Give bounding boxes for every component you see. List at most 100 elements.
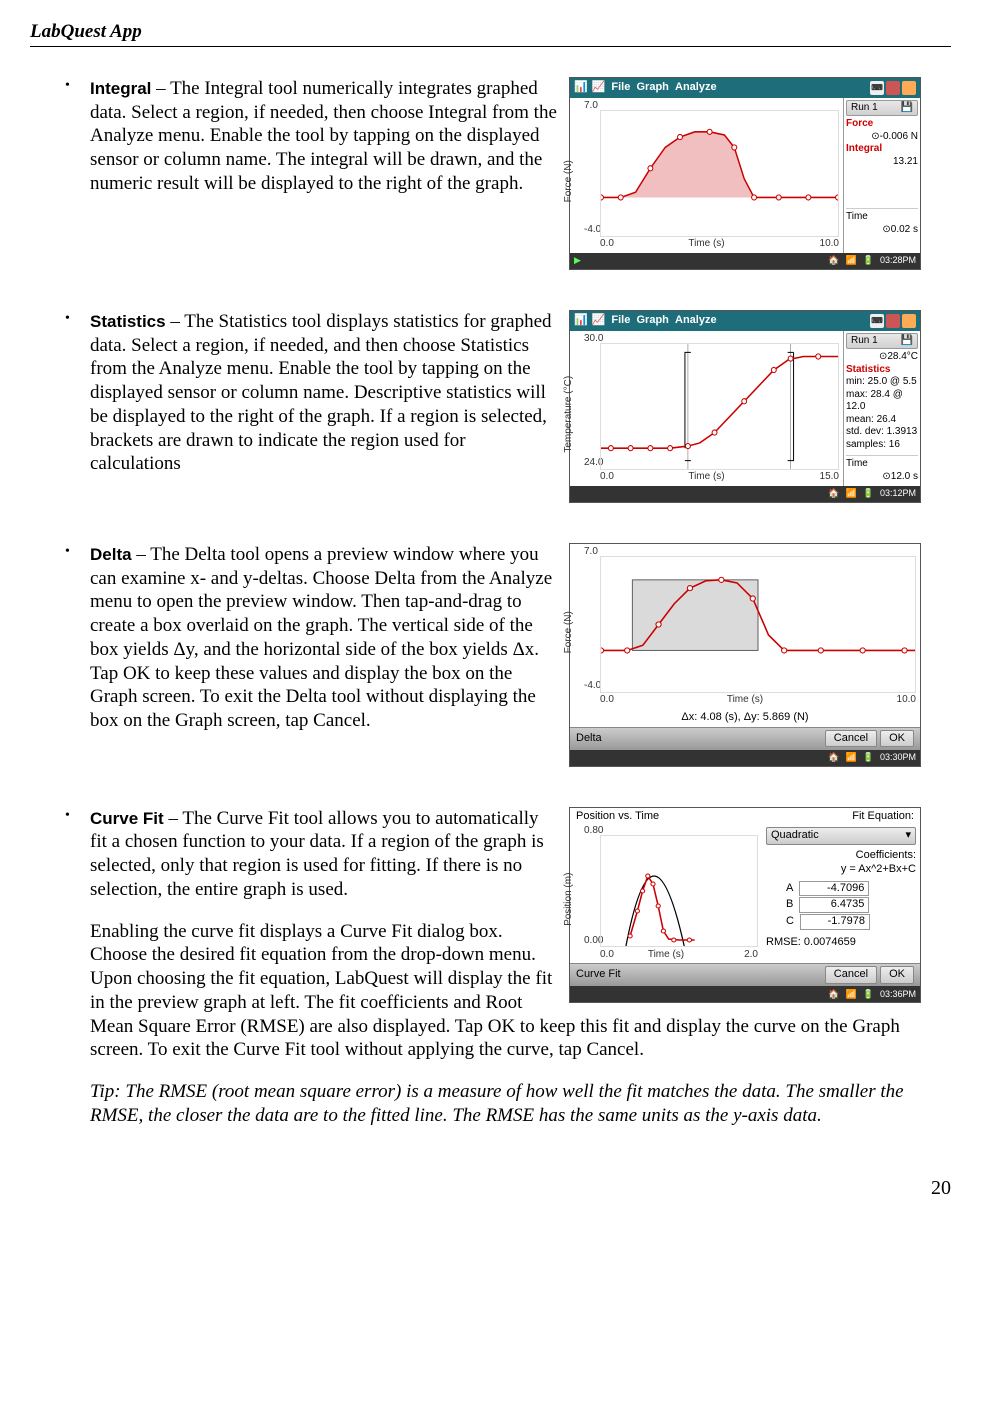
home-icon[interactable]: 🏠 xyxy=(828,255,839,266)
menu-file[interactable]: File xyxy=(611,81,630,95)
coef-c-label: C xyxy=(786,915,794,929)
rmse-value: RMSE: 0.0074659 xyxy=(766,936,916,950)
x-label: Time (s) xyxy=(648,949,684,962)
coef-b-label: B xyxy=(786,898,793,912)
keyboard-icon[interactable]: ⌨ xyxy=(870,81,884,95)
clock: 03:28PM xyxy=(880,255,916,266)
cancel-button[interactable]: Cancel xyxy=(825,730,877,748)
coef-a-value: -4.7096 xyxy=(799,881,869,897)
current-value: ⊙28.4°C xyxy=(846,351,918,364)
home-icon[interactable]: 🏠 xyxy=(828,989,839,1000)
screenshot-integral: 📊 📈 File Graph Analyze ⌨ 7.0 -4.0 0.0 10… xyxy=(569,77,921,270)
fit-title: Fit Equation: xyxy=(852,810,914,824)
x-min: 0.0 xyxy=(600,949,614,962)
cancel-button[interactable]: Cancel xyxy=(825,966,877,984)
delta-readout: Δx: 4.08 (s), Δy: 5.869 (N) xyxy=(570,709,920,727)
wifi-icon: 📶 xyxy=(846,488,857,499)
clock: 03:36PM xyxy=(880,989,916,1000)
coef-b-value: 6.4735 xyxy=(799,897,869,913)
y-label: Force (N) xyxy=(563,160,576,202)
tab-graph-icon[interactable]: 📈 xyxy=(592,81,606,95)
side-panel: Run 1💾 Force ⊙-0.006 N Integral 13.21 Ti… xyxy=(843,98,920,253)
tip-text: Tip: The RMSE (root mean square error) i… xyxy=(90,1080,921,1128)
chevron-down-icon: ▾ xyxy=(905,829,911,843)
home-icon[interactable]: 🏠 xyxy=(828,488,839,499)
dialog-title: Curve Fit xyxy=(576,968,621,982)
dialog-title: Delta xyxy=(576,732,602,746)
x-min: 0.0 xyxy=(600,694,614,707)
battery-icon: 🔋 xyxy=(863,989,874,1000)
text-statistics: – The Statistics tool displays statistic… xyxy=(90,311,552,475)
text-delta: – The Delta tool opens a preview window … xyxy=(90,544,552,731)
save-icon[interactable]: 💾 xyxy=(901,335,913,348)
integral-label: Integral xyxy=(846,143,918,156)
screenshot-statistics: 📊 📈 File Graph Analyze ⌨ 30.0 24.0 0.0 1… xyxy=(569,310,921,503)
save-icon[interactable]: 💾 xyxy=(901,102,913,115)
icon-red[interactable] xyxy=(886,314,900,328)
icon-orange[interactable] xyxy=(902,81,916,95)
menu-analyze[interactable]: Analyze xyxy=(675,314,717,328)
stats-label: Statistics xyxy=(846,364,918,377)
titlebar: 📊 📈 File Graph Analyze ⌨ xyxy=(570,311,920,331)
ok-button[interactable]: OK xyxy=(880,730,914,748)
x-max: 15.0 xyxy=(820,471,839,484)
screenshot-curvefit: Position vs. Time Fit Equation: 0.80 0.0… xyxy=(569,807,921,1004)
stats-max: max: 28.4 @ 12.0 xyxy=(846,389,918,414)
term-integral: Integral xyxy=(90,79,151,98)
menu-file[interactable]: File xyxy=(611,314,630,328)
menu-graph[interactable]: Graph xyxy=(636,314,668,328)
coef-c-value: -1.7978 xyxy=(800,914,870,930)
home-icon[interactable]: 🏠 xyxy=(828,752,839,763)
integral-value: 13.21 xyxy=(846,156,918,169)
keyboard-icon[interactable]: ⌨ xyxy=(870,314,884,328)
run-selector[interactable]: Run 1💾 xyxy=(846,333,918,350)
time-value: ⊙12.0 s xyxy=(846,471,918,484)
y-max: 7.0 xyxy=(584,100,598,113)
x-min: 0.0 xyxy=(600,471,614,484)
wifi-icon: 📶 xyxy=(846,989,857,1000)
tab-meter-icon[interactable]: 📊 xyxy=(574,81,588,95)
time-label: Time xyxy=(846,458,868,469)
run-selector[interactable]: Run 1💾 xyxy=(846,100,918,117)
wifi-icon: 📶 xyxy=(846,255,857,266)
play-icon[interactable]: ▶ xyxy=(574,255,581,266)
battery-icon: 🔋 xyxy=(863,488,874,499)
clock: 03:30PM xyxy=(880,752,916,763)
stats-min: min: 25.0 @ 5.5 xyxy=(846,376,918,389)
x-max: 2.0 xyxy=(744,949,758,962)
y-min: -4.0 xyxy=(584,224,601,237)
page-number: 20 xyxy=(30,1176,951,1201)
wifi-icon: 📶 xyxy=(846,752,857,763)
icon-orange[interactable] xyxy=(902,314,916,328)
x-label: Time (s) xyxy=(688,238,724,251)
menu-analyze[interactable]: Analyze xyxy=(675,81,717,95)
titlebar: 📊 📈 File Graph Analyze ⌨ xyxy=(570,78,920,98)
ok-button[interactable]: OK xyxy=(880,966,914,984)
stats-mean: mean: 26.4 xyxy=(846,414,918,427)
x-max: 10.0 xyxy=(897,694,916,707)
x-label: Time (s) xyxy=(688,471,724,484)
equation-text: y = Ax^2+Bx+C xyxy=(766,863,916,877)
tab-graph-icon[interactable]: 📈 xyxy=(592,314,606,328)
clock: 03:12PM xyxy=(880,488,916,499)
coef-label: Coefficients: xyxy=(766,849,916,863)
y-label: Position (m) xyxy=(563,873,576,926)
stats-std: std. dev: 1.3913 xyxy=(846,426,918,439)
x-label: Time (s) xyxy=(727,694,763,707)
y-label: Force (N) xyxy=(563,611,576,653)
y-min: -4.0 xyxy=(584,680,601,693)
icon-red[interactable] xyxy=(886,81,900,95)
term-curvefit: Curve Fit xyxy=(90,809,164,828)
page-header: LabQuest App xyxy=(30,20,951,47)
equation-type-dropdown[interactable]: Quadratic▾ xyxy=(766,827,916,845)
x-min: 0.0 xyxy=(600,238,614,251)
menu-graph[interactable]: Graph xyxy=(636,81,668,95)
term-delta: Delta xyxy=(90,545,132,564)
time-label: Time xyxy=(846,211,868,222)
chart-title: Position vs. Time xyxy=(576,810,659,824)
x-max: 10.0 xyxy=(820,238,839,251)
battery-icon: 🔋 xyxy=(863,752,874,763)
stats-samples: samples: 16 xyxy=(846,439,918,452)
tab-meter-icon[interactable]: 📊 xyxy=(574,314,588,328)
side-panel: Run 1💾 ⊙28.4°C Statistics min: 25.0 @ 5.… xyxy=(843,331,920,486)
